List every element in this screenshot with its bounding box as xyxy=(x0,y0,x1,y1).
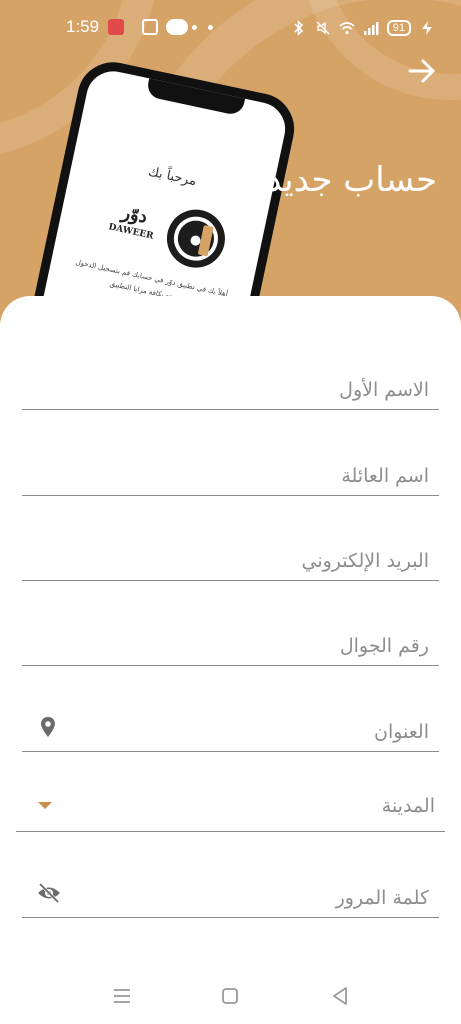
dropdown-caret-icon[interactable] xyxy=(38,802,52,809)
system-nav-bar xyxy=(0,970,461,1024)
phone-welcome-text: مرحباً بك xyxy=(146,164,198,190)
music-icon xyxy=(108,19,124,35)
news-icon xyxy=(142,19,158,35)
notification-dot-icon xyxy=(192,25,197,30)
first-name-field[interactable]: الاسم الأول xyxy=(22,360,439,410)
location-pin-icon[interactable] xyxy=(36,715,60,739)
phone-placeholder: رقم الجوال xyxy=(339,635,429,657)
password-placeholder: كلمة المرور xyxy=(335,887,429,909)
phone-field[interactable]: رقم الجوال xyxy=(22,616,439,666)
notification-dot-icon xyxy=(208,25,213,30)
menu-icon[interactable] xyxy=(110,984,134,1008)
city-placeholder: المدينة xyxy=(381,795,435,817)
page-title: حساب جديد xyxy=(266,160,437,200)
address-field[interactable]: العنوان xyxy=(22,702,439,752)
registration-form-card: الاسم الأول اسم العائلة البريد الإلكترون… xyxy=(0,296,461,1024)
email-placeholder: البريد الإلكتروني xyxy=(301,550,430,572)
home-icon[interactable] xyxy=(218,984,242,1008)
first-name-placeholder: الاسم الأول xyxy=(339,379,429,401)
chat-icon xyxy=(166,19,188,35)
address-placeholder: العنوان xyxy=(373,721,429,743)
eye-off-icon[interactable] xyxy=(36,881,62,905)
battery-indicator: 91 xyxy=(386,20,411,36)
steering-wheel-logo-icon xyxy=(161,204,231,274)
signal-icon xyxy=(363,22,379,35)
status-time: 1:59 xyxy=(66,17,100,36)
mute-icon xyxy=(316,21,330,35)
brand-wordmark: دوّر DAWEER xyxy=(99,198,168,244)
last-name-placeholder: اسم العائلة xyxy=(341,465,429,487)
status-bar: 1:59 91 xyxy=(0,0,461,56)
last-name-field[interactable]: اسم العائلة xyxy=(22,446,439,496)
back-icon[interactable] xyxy=(328,984,352,1008)
header-banner: 1:59 91 مرحباً بك دوّر DAWEER أهلاً بك ف… xyxy=(0,0,461,340)
email-field[interactable]: البريد الإلكتروني xyxy=(22,531,439,581)
password-field[interactable]: كلمة المرور xyxy=(22,868,439,918)
wifi-icon xyxy=(339,22,355,35)
status-icons: 91 xyxy=(291,18,435,38)
bluetooth-icon xyxy=(294,20,303,36)
city-select[interactable]: المدينة xyxy=(16,782,445,832)
charging-icon xyxy=(422,21,432,35)
arrow-right-icon[interactable] xyxy=(407,56,437,86)
